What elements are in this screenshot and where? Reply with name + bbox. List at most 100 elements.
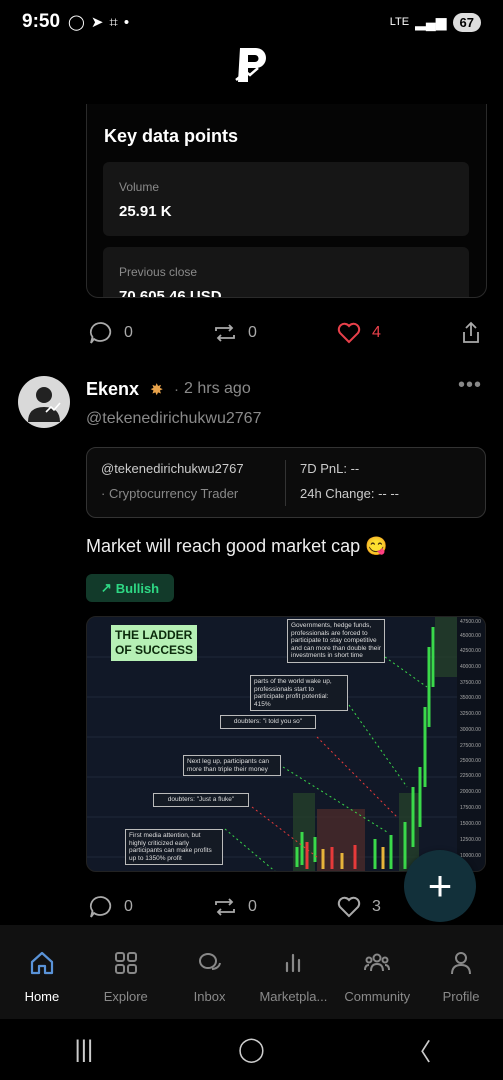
svg-text:42500.00: 42500.00 [460, 648, 481, 654]
battery-level: 67 [452, 12, 481, 32]
comment-count: 0 [124, 898, 133, 915]
image-title: THE LADDER OF SUCCESS [111, 625, 198, 661]
home-icon [30, 951, 54, 975]
metric-label: Volume [119, 180, 160, 194]
post-image[interactable]: 47500.00 45000.00 42500.00 40000.00 37500.… [86, 616, 486, 872]
image-note: Governments, hedge funds, professionals … [287, 619, 385, 663]
plus-icon: + [427, 862, 453, 909]
create-post-button[interactable]: + [404, 850, 476, 922]
avatar[interactable] [18, 376, 70, 428]
like-button[interactable]: 3 [336, 894, 381, 920]
divider [285, 460, 286, 506]
post-time: 2 hrs ago [184, 380, 251, 397]
svg-text:30000.00: 30000.00 [460, 727, 481, 733]
metric-value: 70,605.46 USD [119, 288, 222, 298]
svg-text:45000.00: 45000.00 [460, 633, 481, 639]
nav-inbox[interactable]: Inbox [168, 925, 252, 1019]
status-time: 9:50 [22, 11, 61, 32]
key-data-card[interactable]: Key data points Volume 25.91 K Previous … [86, 104, 487, 298]
app-logo[interactable] [234, 44, 270, 86]
system-nav: ||| ◯ 〈 [0, 1019, 503, 1080]
back-button[interactable]: 〈 [389, 1032, 449, 1067]
sentiment-label: Bullish [115, 580, 160, 596]
repost-count: 0 [248, 324, 257, 341]
chat-icon [198, 953, 221, 971]
dot-icon: • [123, 13, 130, 31]
image-title-line: THE LADDER [115, 628, 193, 642]
repost-icon [215, 324, 235, 342]
nav-explore[interactable]: Explore [84, 925, 168, 1019]
repost-icon [215, 898, 235, 916]
telegram-icon: ➤ [90, 14, 104, 31]
volume-box: Volume 25.91 K [103, 162, 469, 236]
nav-label: Community [344, 989, 411, 1004]
post-text: Market will reach good market cap 😋 [86, 536, 388, 556]
repost-count: 0 [248, 898, 257, 915]
heart-icon [337, 322, 361, 344]
home-system-button[interactable]: ◯ [221, 1035, 281, 1064]
nav-profile[interactable]: Profile [419, 925, 503, 1019]
svg-text:22500.00: 22500.00 [460, 773, 481, 779]
svg-text:20000.00: 20000.00 [460, 789, 481, 795]
nav-home[interactable]: Home [0, 925, 84, 1019]
status-right: LTE ▂▄▆ 67 [390, 12, 481, 32]
image-title-line: OF SUCCESS [115, 643, 194, 657]
person-icon [451, 952, 472, 975]
image-note: Next leg up, participants can more than … [183, 755, 281, 776]
sentiment-badge: ↗ Bullish [86, 574, 174, 602]
nav-community[interactable]: Community [335, 925, 419, 1019]
bar-chart-icon [286, 953, 301, 973]
share-button[interactable] [458, 320, 484, 346]
svg-text:17500.00: 17500.00 [460, 805, 481, 811]
more-options-icon[interactable]: ••• [458, 374, 482, 397]
svg-text:32500.00: 32500.00 [460, 711, 481, 717]
nav-label: Profile [442, 989, 480, 1004]
signal-icon: ▂▄▆ [415, 13, 447, 30]
key-data-title: Key data points [104, 126, 239, 146]
whatsapp-icon: ◯ [68, 14, 85, 31]
screen-record-icon: ⌗ [109, 13, 118, 31]
bottom-nav: Home Explore Inbox Marketpla... Communit… [0, 925, 503, 1019]
previous-close-box: Previous close 70,605.46 USD [103, 247, 469, 298]
people-icon [364, 953, 391, 972]
comment-icon [89, 322, 112, 344]
trader-pnl: 7D PnL: -- [300, 461, 360, 476]
metric-value: 25.91 K [119, 203, 172, 220]
image-note: doubters: "Just a fluke" [153, 793, 249, 807]
post1-actions: 0 0 4 [86, 317, 486, 349]
trader-role: · Cryptocurrency Trader [101, 486, 239, 501]
trend-up-icon: ↗ [100, 580, 112, 595]
recents-button[interactable]: ||| [54, 1036, 114, 1064]
image-note: doubters: "i told you so" [220, 715, 316, 729]
comment-icon [89, 896, 112, 918]
like-count: 3 [372, 898, 381, 915]
like-button[interactable]: 4 [336, 320, 381, 346]
nav-marketplace[interactable]: Marketpla... [251, 925, 335, 1019]
user-handle[interactable]: @tekenedirichukwu2767 [86, 410, 261, 428]
share-icon [463, 321, 479, 343]
notification-icons: ◯ ➤ ⌗ • [68, 13, 130, 32]
username[interactable]: Ekenx [86, 379, 139, 400]
svg-text:37500.00: 37500.00 [460, 680, 481, 686]
nav-label: Explore [103, 989, 148, 1004]
repost-button[interactable]: 0 [212, 320, 257, 346]
status-bar: 9:50 ◯ ➤ ⌗ • LTE ▂▄▆ 67 [0, 0, 503, 44]
verified-badge-icon: ✸ [150, 382, 164, 399]
svg-text:40000.00: 40000.00 [460, 664, 481, 670]
grid-icon [114, 952, 137, 974]
svg-text:15000.00: 15000.00 [460, 821, 481, 827]
nav-label: Marketpla... [259, 989, 328, 1004]
trader-change: 24h Change: -- -- [300, 486, 399, 501]
nav-label: Home [24, 989, 60, 1004]
trader-card[interactable]: @tekenedirichukwu2767 · Cryptocurrency T… [86, 447, 486, 518]
heart-icon [337, 896, 361, 918]
metric-label: Previous close [119, 265, 198, 279]
image-note: parts of the world wake up, professional… [250, 675, 348, 711]
svg-text:35000.00: 35000.00 [460, 695, 481, 701]
separator-dot: · [174, 381, 179, 398]
comment-button[interactable]: 0 [88, 320, 133, 346]
svg-text:27500.00: 27500.00 [460, 743, 481, 749]
comment-button[interactable]: 0 [88, 894, 133, 920]
repost-button[interactable]: 0 [212, 894, 257, 920]
comment-count: 0 [124, 324, 133, 341]
